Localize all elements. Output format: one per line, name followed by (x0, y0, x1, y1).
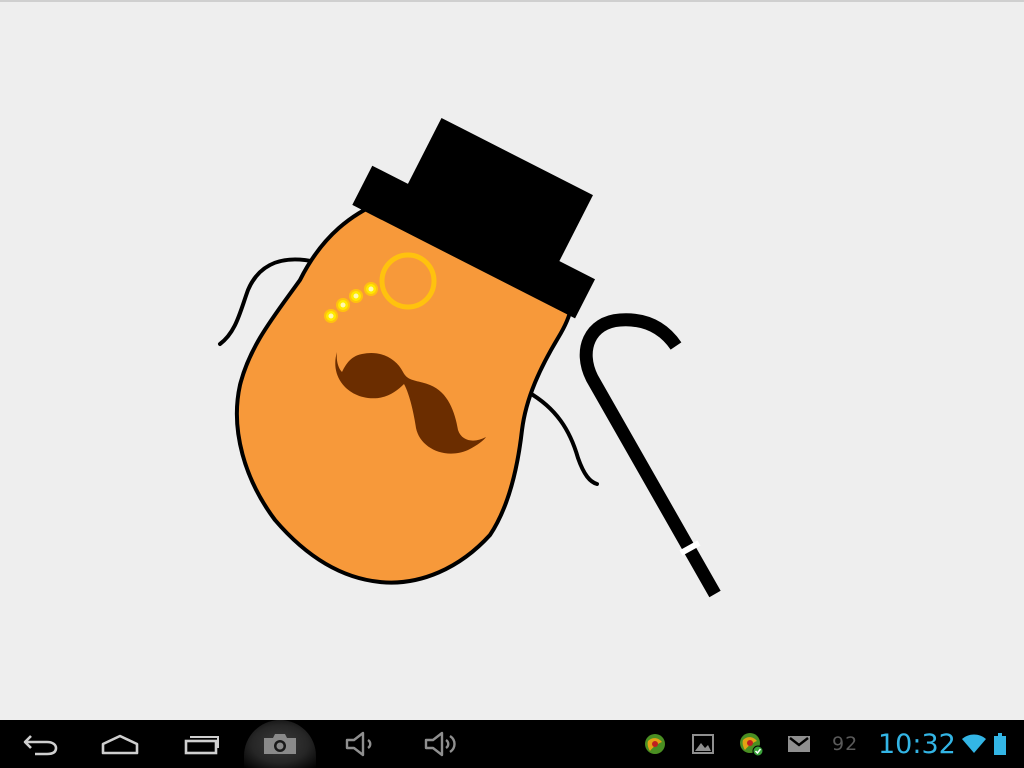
notification-count: 92 (832, 733, 859, 755)
volume-up-button[interactable] (420, 720, 460, 768)
recent-apps-button[interactable] (180, 720, 224, 768)
drawing-canvas[interactable] (0, 0, 1024, 720)
volume-down-button[interactable] (340, 720, 380, 768)
home-button[interactable] (98, 720, 142, 768)
screenshot-camera-icon (264, 734, 296, 754)
gmail-icon (788, 736, 810, 752)
wifi-status (960, 720, 988, 768)
notification-app-1[interactable] (642, 720, 668, 768)
green-app-icon (645, 734, 665, 754)
recent-apps-icon (184, 736, 219, 755)
walking-cane (579, 313, 721, 598)
volume-up-icon (424, 731, 456, 757)
back-button[interactable] (18, 720, 62, 768)
notification-gmail[interactable] (786, 720, 812, 768)
notification-app-2[interactable] (738, 720, 764, 768)
back-icon (23, 735, 58, 756)
screenshot-button[interactable] (258, 720, 302, 768)
notification-gallery[interactable] (690, 720, 716, 768)
screen: 92 10:32 (0, 0, 1024, 768)
home-icon (101, 734, 139, 755)
green-app-icon (740, 733, 764, 757)
status-clock[interactable]: 10:32 (878, 720, 956, 768)
system-navigation-bar: 92 10:32 (0, 720, 1024, 768)
wifi-icon (962, 734, 986, 753)
battery-status (990, 720, 1010, 768)
volume-down-icon (345, 731, 372, 757)
right-arm (526, 390, 599, 486)
battery-icon (994, 733, 1006, 755)
gallery-icon (692, 734, 714, 754)
